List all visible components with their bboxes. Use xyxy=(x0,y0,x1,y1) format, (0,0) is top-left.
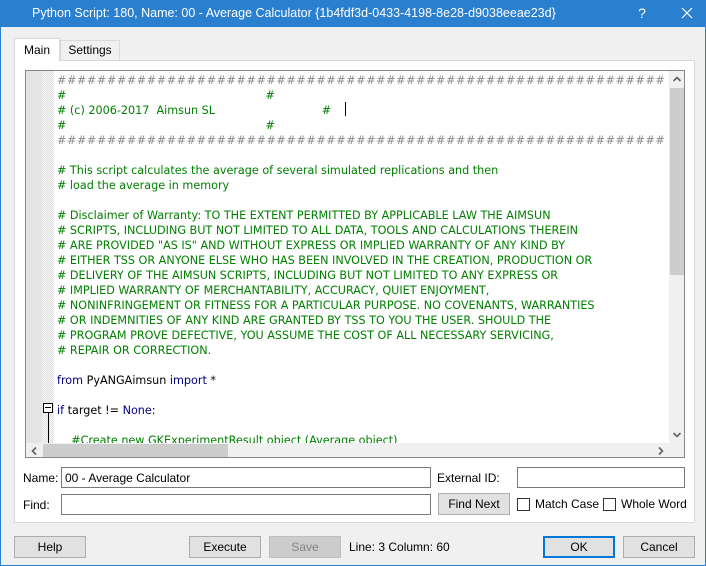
window-title: Python Script: 180, Name: 00 - Average C… xyxy=(32,6,556,20)
chevron-up-icon[interactable] xyxy=(669,71,684,88)
chevron-left-icon[interactable] xyxy=(26,443,43,457)
help-icon[interactable]: ? xyxy=(633,4,651,22)
horizontal-scroll-thumb[interactable] xyxy=(43,444,228,457)
code-line: # # xyxy=(57,89,275,102)
external-id-input[interactable] xyxy=(517,467,685,488)
code-line: # ARE PROVIDED "AS IS" AND WITHOUT EXPRE… xyxy=(57,239,566,252)
code-line: # (c) 2006-2017 Aimsun SL # xyxy=(57,104,332,117)
help-button[interactable]: Help xyxy=(14,536,86,558)
code-keyword: if xyxy=(57,404,65,417)
code-line: # PROGRAM PROVE DEFECTIVE, YOU ASSUME TH… xyxy=(57,329,554,342)
ok-button[interactable]: OK xyxy=(543,536,615,558)
code-text: target != xyxy=(64,404,123,417)
line-margin xyxy=(26,71,42,443)
find-label: Find: xyxy=(23,498,50,512)
code-line: # DELIVERY OF THE AIMSUN SCRIPTS, INCLUD… xyxy=(57,269,559,282)
code-text: : xyxy=(151,404,156,417)
tab-settings[interactable]: Settings xyxy=(60,40,120,60)
find-next-button[interactable]: Find Next xyxy=(438,493,510,515)
title-bar[interactable]: Python Script: 180, Name: 00 - Average C… xyxy=(1,0,706,27)
code-line: # EITHER TSS OR ANYONE ELSE WHO HAS BEEN… xyxy=(57,254,593,267)
code-line: # REPAIR OR CORRECTION. xyxy=(57,344,212,357)
fold-collapse-icon[interactable] xyxy=(43,403,53,413)
fold-margin[interactable] xyxy=(42,71,54,443)
code-line: # IMPLIED WARRANTY OF MERCHANTABILITY, A… xyxy=(57,284,490,297)
code-line: ########################################… xyxy=(57,74,666,87)
code-text: PyANGAimsun xyxy=(83,374,170,387)
find-input[interactable] xyxy=(61,494,431,515)
code-keyword: None xyxy=(122,404,152,417)
code-line: # Disclaimer of Warranty: TO THE EXTENT … xyxy=(57,209,551,222)
horizontal-scrollbar[interactable] xyxy=(26,443,669,457)
code-line: # # xyxy=(57,119,275,132)
vertical-scroll-thumb[interactable] xyxy=(670,88,684,275)
scroll-corner xyxy=(669,443,684,457)
name-label: Name: xyxy=(23,471,59,485)
whole-word-label: Whole Word xyxy=(621,497,687,511)
fold-guide-line xyxy=(48,413,49,443)
whole-word-checkbox[interactable]: Whole Word xyxy=(603,497,687,513)
external-id-label: External ID: xyxy=(437,471,500,485)
code-line: # This script calculates the average of … xyxy=(57,164,499,177)
tab-main[interactable]: Main xyxy=(14,38,60,61)
code-area[interactable]: ########################################… xyxy=(57,71,669,443)
code-line: # SCRIPTS, INCLUDING BUT NOT LIMITED TO … xyxy=(57,224,579,237)
code-line: #Create new GKExperimentResult object (A… xyxy=(57,434,398,443)
code-line: # OR INDEMNITIES OF ANY KIND ARE GRANTED… xyxy=(57,314,552,327)
chevron-down-icon[interactable] xyxy=(669,426,684,443)
code-line: if target != None: xyxy=(57,403,156,418)
code-editor[interactable]: ########################################… xyxy=(25,70,685,458)
code-keyword: import xyxy=(169,374,207,387)
execute-button[interactable]: Execute xyxy=(189,536,261,558)
match-case-checkbox[interactable]: Match Case xyxy=(517,497,600,513)
code-keyword: from xyxy=(57,374,84,387)
code-line: from PyANGAimsun import * xyxy=(57,373,216,388)
code-text: * xyxy=(206,374,216,387)
cancel-button[interactable]: Cancel xyxy=(623,536,695,558)
text-cursor xyxy=(345,102,346,116)
match-case-box[interactable] xyxy=(517,498,530,511)
match-case-label: Match Case xyxy=(535,497,600,511)
vertical-scrollbar[interactable] xyxy=(669,71,684,443)
chevron-right-icon[interactable] xyxy=(652,443,669,457)
close-icon[interactable] xyxy=(677,3,697,23)
cursor-position-status: Line: 3 Column: 60 xyxy=(349,540,450,554)
python-script-dialog: Python Script: 180, Name: 00 - Average C… xyxy=(0,0,706,566)
whole-word-box[interactable] xyxy=(603,498,616,511)
code-line: # load the average in memory xyxy=(57,179,230,192)
code-line: # NONINFRINGEMENT OR FITNESS FOR A PARTI… xyxy=(57,299,595,312)
name-input[interactable] xyxy=(61,467,431,488)
save-button[interactable]: Save xyxy=(269,536,341,558)
code-line: ########################################… xyxy=(57,134,666,147)
